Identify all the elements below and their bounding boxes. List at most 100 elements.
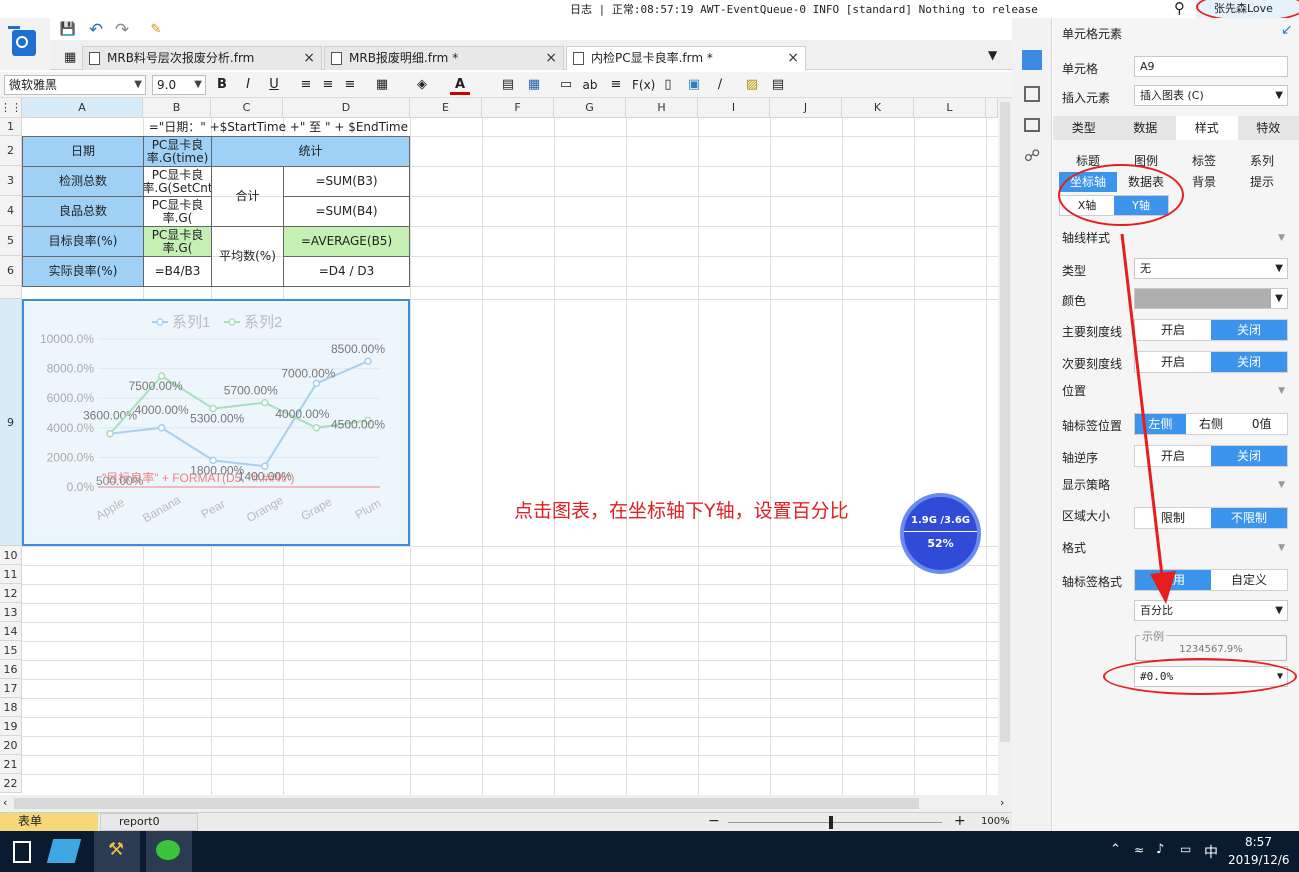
cell-d5[interactable]: =AVERAGE(B5) <box>283 226 410 257</box>
column-header[interactable]: I <box>698 98 770 118</box>
close-icon[interactable]: × <box>545 47 557 69</box>
column-header[interactable]: B <box>143 98 211 118</box>
vertical-scrollbar[interactable] <box>998 98 1012 795</box>
column-header[interactable]: H <box>626 98 698 118</box>
row-header[interactable]: 19 <box>0 717 22 736</box>
fill-color-icon[interactable]: ◈ <box>412 75 432 95</box>
clock-time[interactable]: 8:57 <box>1245 835 1272 849</box>
cell-a2[interactable]: 日期 <box>22 136 144 167</box>
cell-cd2[interactable]: 统计 <box>211 136 410 167</box>
column-header[interactable]: K <box>842 98 914 118</box>
cell-b2[interactable]: PC显卡良率.G(time) <box>143 136 212 167</box>
sheet-tab-form[interactable]: 表单 <box>0 813 98 831</box>
memory-widget[interactable]: 1.9G /3.6G 52% <box>900 493 981 574</box>
link-icon[interactable]: ▭ <box>556 75 576 95</box>
tab-pc-yield[interactable]: 内检PC显卡良率.frm * × <box>566 46 806 70</box>
line-chart[interactable]: 0.0% 2000.0% 4000.0% 6000.0% 8000.0% 10000.0%… <box>22 299 410 546</box>
row-header[interactable]: 15 <box>0 641 22 660</box>
zoom-out-icon[interactable]: − <box>708 813 720 829</box>
row-header[interactable]: 9 <box>0 299 22 546</box>
volume-icon[interactable]: ♪ <box>1156 842 1164 857</box>
table-icon[interactable]: ▦ <box>524 75 544 95</box>
cell-a5[interactable]: 目标良率(%) <box>22 226 144 257</box>
column-header[interactable] <box>986 98 998 118</box>
underline-icon[interactable]: U <box>264 75 284 95</box>
row-header[interactable]: 14 <box>0 622 22 641</box>
merge-icon[interactable]: ▤ <box>498 75 518 95</box>
bold-icon[interactable]: B <box>212 75 232 95</box>
row-header[interactable]: 21 <box>0 755 22 774</box>
subtab-label[interactable]: 标签 <box>1175 151 1233 171</box>
column-header[interactable]: J <box>770 98 842 118</box>
network-icon[interactable]: ≈ <box>1134 843 1144 857</box>
cell-r1[interactable]: ="日期：" +$StartTime +" 至 " + $EndTime <box>22 118 410 136</box>
paragraph-icon[interactable]: ≡ <box>606 75 626 95</box>
cell-d3[interactable]: =SUM(B3) <box>283 166 410 197</box>
font-size-select[interactable]: 9.0 ▼ <box>152 75 206 95</box>
attribute-icon[interactable] <box>1024 118 1040 132</box>
horizontal-scrollbar[interactable]: ‹ › <box>0 795 1012 812</box>
cell-b5[interactable]: PC显卡良率.G( <box>143 226 212 257</box>
insert-select[interactable]: 插入图表 (C) ▼ <box>1134 85 1288 106</box>
font-color-icon[interactable]: A <box>450 75 470 95</box>
scroll-left-icon[interactable]: ‹ <box>3 796 7 809</box>
cell-c34[interactable]: 合计 <box>211 166 284 227</box>
row-header[interactable]: 5 <box>0 226 22 256</box>
column-header[interactable]: F <box>482 98 554 118</box>
row-header[interactable]: 13 <box>0 603 22 622</box>
align-center-icon[interactable]: ≡ <box>318 75 338 95</box>
row-header[interactable]: 18 <box>0 698 22 717</box>
columns-icon[interactable]: ▤ <box>768 75 788 95</box>
search-icon[interactable]: ⚲ <box>1174 0 1185 17</box>
column-header[interactable]: C <box>211 98 283 118</box>
column-header[interactable]: E <box>410 98 482 118</box>
tab-effect[interactable]: 特效 <box>1238 116 1299 140</box>
save-icon[interactable]: 💾 <box>58 20 78 40</box>
column-header[interactable]: G <box>554 98 626 118</box>
align-left-icon[interactable]: ≡ <box>296 75 316 95</box>
right-option[interactable]: 右侧 <box>1186 414 1237 434</box>
row-header[interactable]: 10 <box>0 546 22 565</box>
tab-menu-icon[interactable]: ▼ <box>988 48 997 62</box>
clock-date[interactable]: 2019/12/6 <box>1228 853 1290 867</box>
cell-a6[interactable]: 实际良率(%) <box>22 256 144 287</box>
nolimit-option[interactable]: 不限制 <box>1211 508 1287 528</box>
tab-type[interactable]: 类型 <box>1053 116 1115 140</box>
cell-d6[interactable]: =D4 / D3 <box>283 256 410 287</box>
row-header[interactable]: 22 <box>0 774 22 793</box>
font-select[interactable]: 微软雅黑 ▼ <box>4 75 146 95</box>
subtab-background[interactable]: 背景 <box>1175 172 1233 192</box>
chevron-up-icon[interactable]: ⌃ <box>1110 842 1121 857</box>
battery-icon[interactable]: ▭ <box>1180 842 1191 856</box>
column-header[interactable]: L <box>914 98 986 118</box>
chart-icon[interactable]: ▯ <box>658 75 678 95</box>
slash-icon[interactable]: ∕ <box>710 75 730 95</box>
row-header[interactable]: 3 <box>0 166 22 196</box>
row-header[interactable]: 17 <box>0 679 22 698</box>
image-icon[interactable]: ▣ <box>684 75 704 95</box>
sheet-tab-report0[interactable]: report0 <box>100 813 198 831</box>
tools-icon[interactable]: ⚒ <box>94 831 140 872</box>
cell-input[interactable]: A9 <box>1134 56 1288 77</box>
column-header[interactable]: A <box>22 98 143 118</box>
zoom-handle[interactable] <box>829 816 833 829</box>
subtab-tooltip[interactable]: 提示 <box>1233 172 1291 192</box>
text-icon[interactable]: ab <box>580 75 600 95</box>
row-header[interactable]: 12 <box>0 584 22 603</box>
scroll-right-icon[interactable]: › <box>1000 796 1004 809</box>
widget-icon[interactable] <box>1024 86 1040 102</box>
border-icon[interactable]: ▦ <box>372 75 392 95</box>
cell-c56[interactable]: 平均数(%) <box>211 226 284 287</box>
zero-option[interactable]: 0值 <box>1236 414 1287 434</box>
redo-icon[interactable]: ↷ <box>112 20 132 40</box>
scroll-thumb[interactable] <box>1000 102 1010 742</box>
ime-indicator[interactable]: 中 <box>1204 842 1218 862</box>
brush-icon[interactable]: ✎ <box>146 20 166 40</box>
wechat-icon[interactable] <box>146 831 192 872</box>
cell-element-icon[interactable] <box>1022 50 1042 70</box>
subtab-series[interactable]: 系列 <box>1233 151 1291 171</box>
app-logo[interactable] <box>0 18 50 70</box>
italic-icon[interactable]: I <box>238 75 258 95</box>
custom-option[interactable]: 自定义 <box>1211 570 1287 590</box>
row-header[interactable] <box>0 286 22 299</box>
